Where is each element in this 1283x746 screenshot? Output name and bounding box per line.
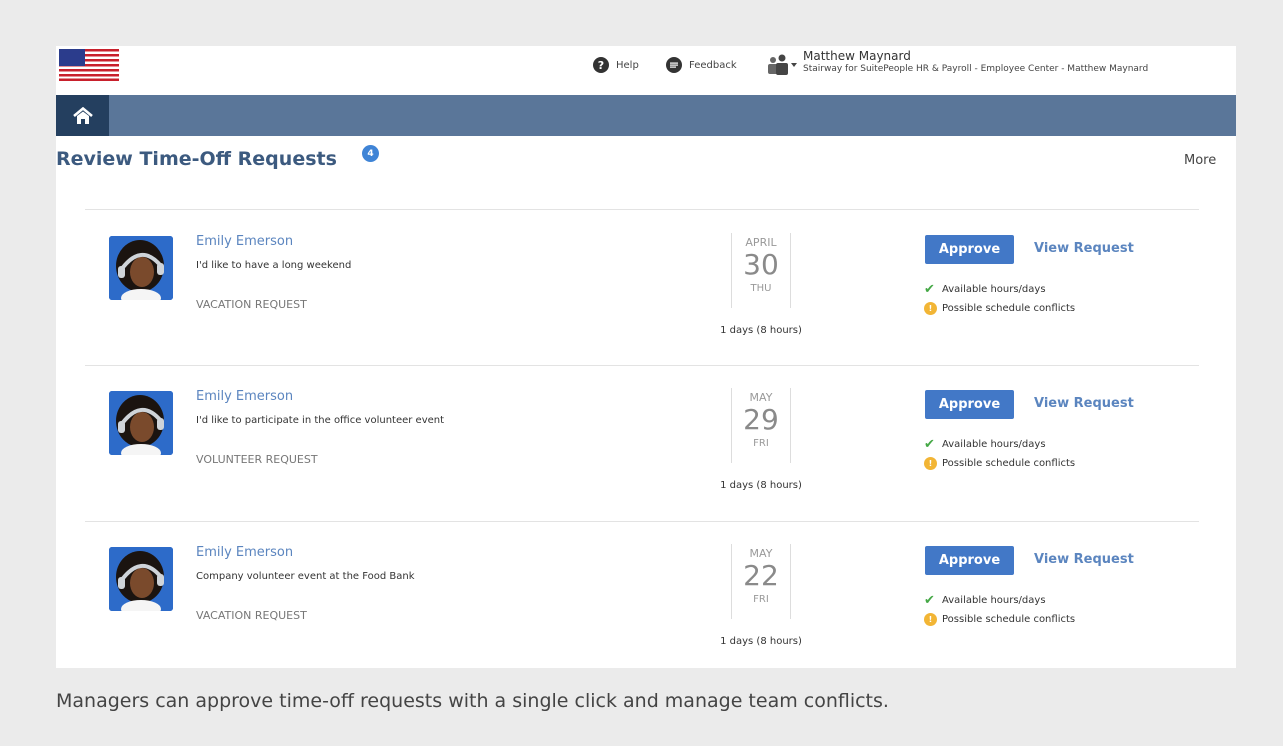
- conflict-label: Possible schedule conflicts: [942, 303, 1076, 314]
- conflict-label: Possible schedule conflicts: [942, 614, 1076, 625]
- requester-name[interactable]: Emily Emerson: [196, 234, 293, 249]
- question-circle-icon: ?: [593, 57, 609, 73]
- home-button[interactable]: [56, 95, 109, 136]
- user-info[interactable]: Matthew Maynard Stairway for SuitePeople…: [803, 50, 1148, 76]
- avatar: [109, 391, 173, 455]
- date-day: 29: [743, 403, 779, 436]
- request-duration: 1 days (8 hours): [720, 636, 802, 647]
- request-item: Emily Emerson I'd like to have a long we…: [56, 210, 1236, 366]
- date-weekday: THU: [750, 283, 772, 294]
- more-link[interactable]: More: [1184, 153, 1216, 168]
- request-item: Emily Emerson Company volunteer event at…: [56, 521, 1236, 677]
- available-label: Available hours/days: [942, 595, 1046, 606]
- avatar: [109, 236, 173, 300]
- requester-name[interactable]: Emily Emerson: [196, 545, 293, 560]
- warning-circle-icon: !: [924, 457, 937, 470]
- app-window: ? Help Feedback Matthew Maynard Stairway…: [56, 46, 1236, 668]
- available-status: ✔ Available hours/days: [924, 593, 1046, 608]
- request-description: I'd like to have a long weekend: [196, 260, 352, 271]
- available-label: Available hours/days: [942, 439, 1046, 450]
- page-title: Review Time-Off Requests: [56, 148, 337, 170]
- request-type: VACATION REQUEST: [196, 609, 307, 622]
- user-context: Stairway for SuitePeople HR & Payroll - …: [803, 64, 1149, 74]
- request-type: VACATION REQUEST: [196, 298, 307, 311]
- date-weekday: FRI: [753, 594, 769, 605]
- caption: Managers can approve time-off requests w…: [56, 690, 889, 712]
- us-flag-icon[interactable]: [59, 49, 119, 81]
- approve-button[interactable]: Approve: [925, 235, 1014, 264]
- available-label: Available hours/days: [942, 284, 1046, 295]
- date-weekday: FRI: [753, 438, 769, 449]
- checkmark-icon: ✔: [924, 282, 935, 297]
- conflict-status: ! Possible schedule conflicts: [924, 302, 1075, 315]
- feedback-label: Feedback: [689, 59, 737, 71]
- date-day: 22: [743, 559, 779, 592]
- view-request-link[interactable]: View Request: [1034, 552, 1134, 567]
- request-description: Company volunteer event at the Food Bank: [196, 571, 415, 582]
- checkmark-icon: ✔: [924, 593, 935, 608]
- warning-circle-icon: !: [924, 302, 937, 315]
- available-status: ✔ Available hours/days: [924, 437, 1046, 452]
- avatar: [109, 547, 173, 611]
- approve-button[interactable]: Approve: [925, 390, 1014, 419]
- request-count-badge: 4: [362, 145, 379, 162]
- conflict-status: ! Possible schedule conflicts: [924, 457, 1075, 470]
- request-duration: 1 days (8 hours): [720, 480, 802, 491]
- request-type: VOLUNTEER REQUEST: [196, 453, 318, 466]
- user-name: Matthew Maynard: [803, 49, 911, 63]
- request-date: APRIL 30 THU: [731, 233, 791, 308]
- people-icon[interactable]: [766, 54, 798, 76]
- help-link[interactable]: ? Help: [593, 57, 639, 73]
- request-duration: 1 days (8 hours): [720, 325, 802, 336]
- date-day: 30: [743, 248, 779, 281]
- help-label: Help: [616, 59, 639, 71]
- approve-button[interactable]: Approve: [925, 546, 1014, 575]
- request-date: MAY 22 FRI: [731, 544, 791, 619]
- top-bar: ? Help Feedback Matthew Maynard Stairway…: [56, 46, 1236, 95]
- available-status: ✔ Available hours/days: [924, 282, 1046, 297]
- checkmark-icon: ✔: [924, 437, 935, 452]
- request-date: MAY 29 FRI: [731, 388, 791, 463]
- warning-circle-icon: !: [924, 613, 937, 626]
- requester-name[interactable]: Emily Emerson: [196, 389, 293, 404]
- request-description: I'd like to participate in the office vo…: [196, 415, 445, 426]
- home-icon: [72, 106, 93, 124]
- conflict-label: Possible schedule conflicts: [942, 458, 1076, 469]
- feedback-link[interactable]: Feedback: [666, 57, 737, 73]
- request-item: Emily Emerson I'd like to participate in…: [56, 365, 1236, 521]
- view-request-link[interactable]: View Request: [1034, 241, 1134, 256]
- chat-bubble-icon: [666, 57, 682, 73]
- conflict-status: ! Possible schedule conflicts: [924, 613, 1075, 626]
- view-request-link[interactable]: View Request: [1034, 396, 1134, 411]
- nav-bar: [56, 95, 1236, 136]
